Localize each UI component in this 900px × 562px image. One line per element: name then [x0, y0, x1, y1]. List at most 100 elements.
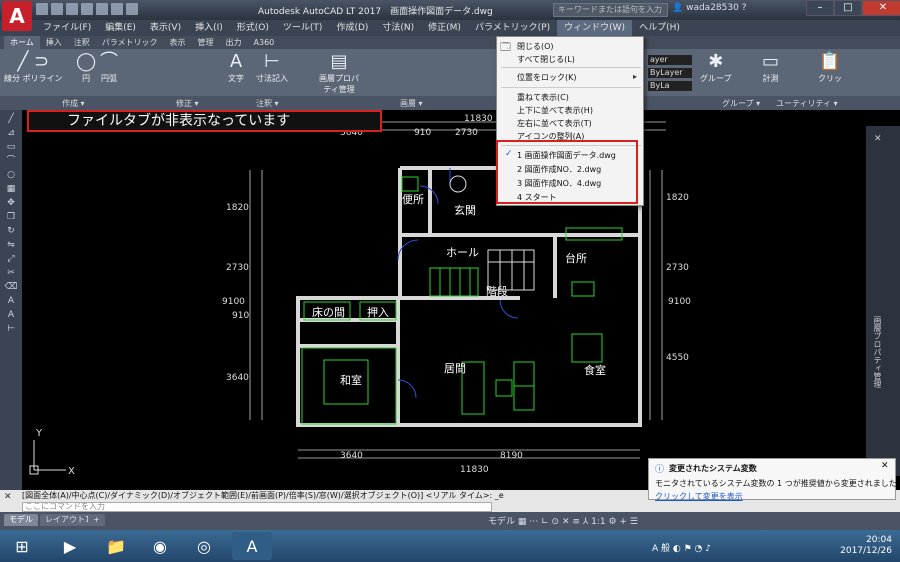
menu-close[interactable]: 閉じる(O) [517, 41, 554, 52]
tab-manage[interactable]: 管理 [192, 36, 220, 49]
panel-layer[interactable]: 画層 ▾ [400, 98, 423, 109]
tab-home[interactable]: ホーム [4, 36, 40, 49]
move-tool-icon[interactable]: ✥ [4, 198, 18, 208]
menu-doc-2[interactable]: 2 図面作成NO．2.dwg [517, 164, 601, 175]
tab-view[interactable]: 表示 [164, 36, 192, 49]
panel-modify[interactable]: 修正 ▾ [176, 98, 199, 109]
tab-model[interactable]: モデル [4, 514, 38, 526]
trim-tool-icon[interactable]: ✂ [4, 268, 18, 278]
dimension-button[interactable]: ⊢ 寸法記入 [256, 51, 288, 84]
polyline-tool-icon[interactable]: ⊿ [4, 128, 18, 138]
circle-tool-icon[interactable]: ○ [4, 170, 18, 180]
settings-icon[interactable]: ⚙ [608, 517, 619, 527]
print-icon[interactable] [96, 3, 108, 15]
drawing-area[interactable]: 3640 910 2730 11830 3640 8190 11830 1820… [0, 110, 900, 490]
save-icon[interactable] [66, 3, 78, 15]
panel-draw[interactable]: 作成 ▾ [62, 98, 85, 109]
menu-dimension[interactable]: 寸法(N) [375, 20, 421, 36]
clipboard-button[interactable]: 📋 クリッ [818, 51, 842, 84]
menu-lock-position[interactable]: 位置をロック(K) [517, 72, 577, 83]
text-button[interactable]: A 文字 [228, 51, 244, 84]
open-icon[interactable] [51, 3, 63, 15]
osnap-icon[interactable]: ✕ [562, 517, 572, 527]
tab-insert[interactable]: 挿入 [40, 36, 68, 49]
maximize-button[interactable]: □ [834, 0, 862, 16]
menu-doc-4[interactable]: 4 スタート [517, 192, 557, 203]
tab-parametric[interactable]: パラメトリック [96, 36, 164, 49]
command-close-icon[interactable]: ✕ [4, 492, 12, 502]
new-icon[interactable] [36, 3, 48, 15]
menu-doc-3[interactable]: 3 図面作成NO．4.dwg [517, 178, 601, 189]
notification-link[interactable]: クリックして変更を表示 [655, 491, 743, 502]
menu-icon[interactable]: ☰ [630, 517, 638, 527]
command-input[interactable]: ここにコマンドを入力 [22, 502, 492, 512]
menu-view[interactable]: 表示(V) [143, 20, 188, 36]
panel-group[interactable]: グループ ▾ [722, 98, 760, 109]
arc-tool-icon[interactable]: ⌒ [4, 156, 18, 166]
close-button[interactable]: ✕ [862, 0, 900, 16]
palette-close-icon[interactable]: ✕ [874, 134, 882, 144]
clock[interactable]: 20:04 2017/12/26 [840, 535, 892, 557]
start-button[interactable]: ⊞ [2, 532, 42, 560]
properties-palette-bar[interactable]: ✕ 画層プロパティ管理 [866, 126, 900, 476]
polar-icon[interactable]: ⊙ [552, 517, 562, 527]
text-tool-icon[interactable]: A [4, 296, 18, 306]
menu-close-all[interactable]: すべて閉じる(L) [517, 54, 575, 65]
ime-indicator[interactable]: A 般 [652, 544, 670, 554]
media-player-icon[interactable]: ▶ [50, 532, 90, 560]
menu-doc-1[interactable]: 1 画面操作図面データ.dwg [517, 150, 616, 161]
tray-icons[interactable]: ◐ ⚑ ◔ ♪ [673, 544, 711, 554]
menu-tools[interactable]: ツール(T) [276, 20, 330, 36]
tab-output[interactable]: 出力 [220, 36, 248, 49]
menu-format[interactable]: 形式(O) [230, 20, 276, 36]
help-icon[interactable]: ? [742, 3, 747, 13]
mtext-tool-icon[interactable]: A [4, 310, 18, 320]
search-input[interactable]: キーワードまたは語句を入力 [553, 3, 668, 17]
app-icon[interactable]: ◎ [184, 532, 224, 560]
line-tool-icon[interactable]: ╱ [4, 114, 18, 124]
menu-help[interactable]: ヘルプ(H) [632, 20, 687, 36]
menu-parametric[interactable]: パラメトリック(P) [468, 20, 557, 36]
color-select[interactable]: ByLa [648, 81, 692, 91]
user-signin[interactable]: 👤 wada28530 ? [672, 3, 746, 13]
hatch-tool-icon[interactable]: ▦ [4, 184, 18, 194]
application-menu-button[interactable]: A [2, 1, 32, 31]
linetype-select[interactable]: ayer [648, 55, 692, 65]
measure-button[interactable]: ▭ 計測 [762, 51, 779, 84]
annotation-icon[interactable]: ⅄ [583, 517, 591, 527]
model-space-button[interactable]: モデル [488, 517, 515, 527]
rotate-tool-icon[interactable]: ↻ [4, 226, 18, 236]
minimize-button[interactable]: – [806, 0, 834, 16]
menu-insert[interactable]: 挿入(I) [188, 20, 230, 36]
dim-tool-icon[interactable]: ⊢ [4, 324, 18, 334]
plus-icon[interactable]: + [619, 517, 629, 527]
lineweight-select[interactable]: ByLayer [648, 68, 692, 78]
mirror-tool-icon[interactable]: ⇋ [4, 240, 18, 250]
menu-draw[interactable]: 作成(D) [329, 20, 375, 36]
menu-file[interactable]: ファイル(F) [36, 20, 98, 36]
add-layout-button[interactable]: + [88, 514, 105, 526]
tab-a360[interactable]: A360 [248, 36, 281, 49]
panel-annotation[interactable]: 注釈 ▾ [256, 98, 279, 109]
grid-icon[interactable]: ▦ [518, 517, 529, 527]
arc-button[interactable]: ⌒ 円弧 [100, 51, 118, 84]
chrome-icon[interactable]: ◉ [140, 532, 180, 560]
menu-modify[interactable]: 修正(M) [421, 20, 468, 36]
circle-button[interactable]: ◯ 円 [76, 51, 96, 84]
saveas-icon[interactable] [81, 3, 93, 15]
file-explorer-icon[interactable]: 📁 [96, 532, 136, 560]
tab-annotate[interactable]: 注釈 [68, 36, 96, 49]
notification-close-icon[interactable]: ✕ [881, 461, 889, 471]
menu-edit[interactable]: 編集(E) [98, 20, 143, 36]
menu-window[interactable]: ウィンドウ(W) [557, 20, 633, 36]
menu-cascade[interactable]: 重ねて表示(C) [517, 92, 569, 103]
redo-icon[interactable] [126, 3, 138, 15]
rectangle-tool-icon[interactable]: ▭ [4, 142, 18, 152]
menu-tile-vertical[interactable]: 左右に並べて表示(T) [517, 118, 592, 129]
layer-properties-button[interactable]: ▤ 画層プロパティ管理 [316, 51, 362, 95]
copy-tool-icon[interactable]: ❐ [4, 212, 18, 222]
polyline-button[interactable]: ╱ ⊃ 線分 ポリライン [4, 51, 63, 84]
panel-utility[interactable]: ユーティリティ ▾ [776, 98, 838, 109]
autocad-taskbar-icon[interactable]: A [232, 532, 272, 560]
undo-icon[interactable] [111, 3, 123, 15]
